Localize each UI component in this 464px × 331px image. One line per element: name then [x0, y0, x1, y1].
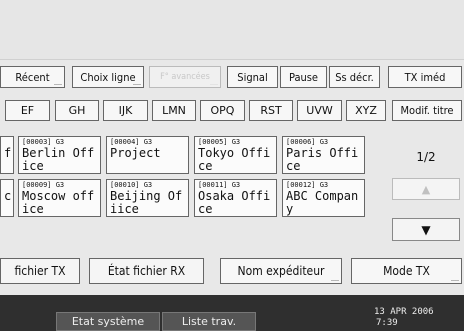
- destination-key-beijing-office[interactable]: [00010] G3 Beijing Of iice: [106, 179, 189, 217]
- down-arrow-icon: ▼: [421, 222, 431, 237]
- modify-title-label: Modif. titre: [400, 104, 454, 117]
- rx-file-state-label: État fichier RX: [107, 264, 186, 278]
- time-text: 7:39: [376, 318, 398, 328]
- choice-line-label: Choix ligne: [80, 70, 136, 84]
- message-area: [0, 0, 464, 60]
- rx-file-state-tab[interactable]: État fichier RX: [89, 258, 204, 284]
- destination-key-tokyo-office[interactable]: [00005] G3 Tokyo Offi ce: [194, 136, 277, 174]
- destination-key-partial-1[interactable]: f: [0, 136, 14, 174]
- page-indicator: 1/2: [416, 150, 436, 164]
- index-tab-ijk[interactable]: IJK: [103, 100, 148, 121]
- index-tab-opq[interactable]: OPQ: [200, 100, 245, 121]
- signal-button[interactable]: Signal: [227, 66, 278, 88]
- pause-label: Pause: [288, 70, 319, 84]
- choice-line-button[interactable]: Choix ligne....: [72, 66, 144, 88]
- destination-key-abc-company[interactable]: [00012] G3 ABC Compan y: [282, 179, 365, 217]
- job-list-label: Liste trav.: [181, 315, 237, 328]
- destination-key-paris-office[interactable]: [00006] G3 Paris Offi ce: [282, 136, 365, 174]
- immediate-tx-button[interactable]: TX iméd: [388, 66, 462, 88]
- on-hook-dial-button[interactable]: Ss décr.: [329, 66, 380, 88]
- recent-button[interactable]: Récent....: [0, 66, 65, 88]
- tx-file-label: fichier TX: [14, 264, 66, 278]
- date-time-display: 13 APR 2006 7:39: [374, 307, 434, 329]
- destination-key-osaka-office[interactable]: [00011] G3 Osaka Offi ce: [194, 179, 277, 217]
- sender-name-button[interactable]: Nom expéditeur....: [220, 258, 342, 284]
- signal-label: Signal: [237, 70, 268, 84]
- index-tab-rst[interactable]: RST: [249, 100, 293, 121]
- index-tab-ef[interactable]: EF: [5, 100, 50, 121]
- index-tab-lmn[interactable]: LMN: [152, 100, 196, 121]
- index-tab-uvw[interactable]: UVW: [297, 100, 342, 121]
- recent-label: Récent: [15, 70, 50, 84]
- destination-key-partial-2[interactable]: c: [0, 179, 14, 217]
- destination-key-moscow-office[interactable]: [00009] G3 Moscow off ice: [18, 179, 101, 217]
- up-arrow-icon: ▲: [421, 182, 431, 196]
- modify-title-button[interactable]: Modif. titre: [392, 100, 462, 121]
- destination-key-project[interactable]: [00004] G3 Project: [106, 136, 189, 174]
- advanced-features-button[interactable]: F° avancées....: [149, 66, 221, 88]
- tx-file-tab[interactable]: fichier TX: [0, 258, 80, 284]
- advanced-features-label: F° avancées: [160, 72, 210, 82]
- destination-key-berlin-office[interactable]: [00003] G3 Berlin Off ice: [18, 136, 101, 174]
- pause-button[interactable]: Pause: [280, 66, 327, 88]
- system-status-button[interactable]: Etat système: [56, 312, 160, 331]
- system-status-label: Etat système: [71, 315, 145, 328]
- on-hook-dial-label: Ss décr.: [335, 70, 374, 84]
- page-down-button[interactable]: ▼: [392, 218, 460, 241]
- job-list-button[interactable]: Liste trav.: [162, 312, 256, 331]
- page-up-button[interactable]: ▲: [392, 178, 460, 200]
- index-tab-xyz[interactable]: XYZ: [346, 100, 386, 121]
- immediate-tx-label: TX iméd: [404, 70, 446, 84]
- date-text: 13 APR 2006: [374, 307, 434, 317]
- tx-mode-label: Mode TX: [383, 264, 430, 278]
- index-tab-gh[interactable]: GH: [55, 100, 99, 121]
- sender-name-label: Nom expéditeur: [237, 264, 325, 278]
- tx-mode-button[interactable]: Mode TX....: [351, 258, 462, 284]
